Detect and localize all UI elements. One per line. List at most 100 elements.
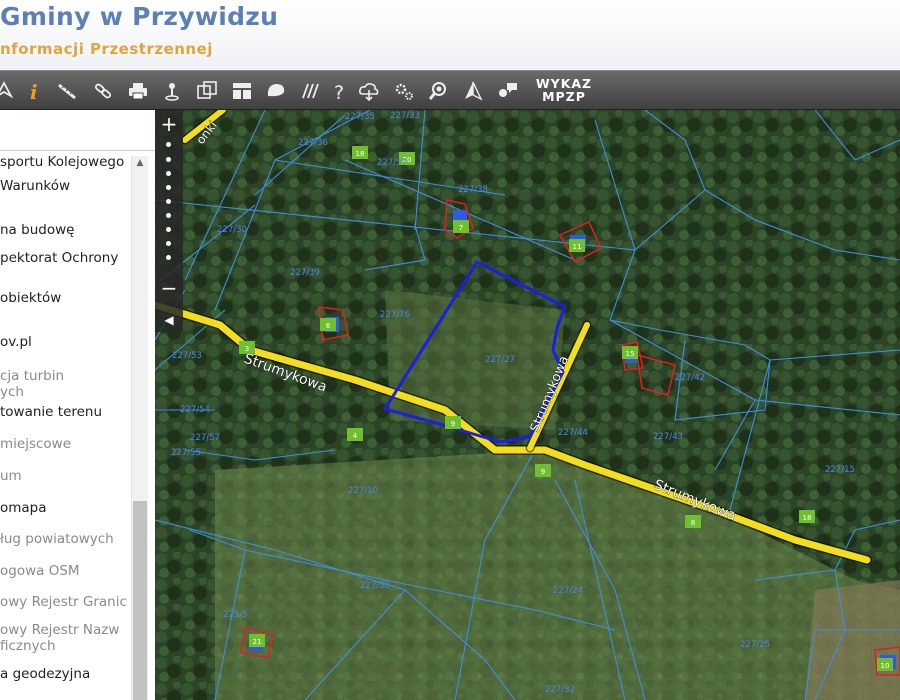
parcel-number: 227/53 xyxy=(172,351,202,361)
svg-text:18: 18 xyxy=(356,150,365,158)
map-toolbar: i ? WYKAZ MPZP xyxy=(0,70,900,110)
zoom-step[interactable] xyxy=(166,171,171,176)
parcel-number: 227/36 xyxy=(298,138,328,148)
layer-item[interactable]: ficznych xyxy=(0,638,56,654)
house-number: 15 xyxy=(622,346,638,359)
zoom-in-button[interactable]: + xyxy=(155,112,183,136)
zoom-step[interactable] xyxy=(166,157,171,162)
parcel-number: 227/15 xyxy=(825,465,855,475)
house-number: 18 xyxy=(799,510,815,523)
zoom-step[interactable] xyxy=(166,213,171,218)
zoom-out-button[interactable]: − xyxy=(155,278,183,302)
parcel-number: 227/27 xyxy=(485,355,515,365)
parcel-number: 227/37 xyxy=(377,158,407,168)
pan-icon[interactable] xyxy=(0,77,18,105)
layer-item[interactable]: owy Rejestr Nazw xyxy=(0,622,119,638)
layer-item[interactable]: ług powiatowych xyxy=(0,531,114,547)
house-number: 7 xyxy=(453,220,469,233)
parcel-number: 225/5 xyxy=(223,610,248,620)
layer-item[interactable]: sportu Kolejowego xyxy=(0,154,124,170)
layer-item[interactable]: cja turbin xyxy=(0,368,64,384)
link-icon[interactable] xyxy=(89,77,117,105)
parcel-number: 227/33 xyxy=(390,111,420,121)
app-header: Gminy w Przywidzu nformacji Przestrzenne… xyxy=(0,0,900,70)
sidebar-scrollbar[interactable]: ▲ xyxy=(131,156,148,700)
layer-item[interactable]: miejscowe xyxy=(0,436,71,452)
map-canvas[interactable]: 182071163159498182110 227/35 227/33227/36… xyxy=(155,110,900,700)
app-subtitle: nformacji Przestrzennej xyxy=(0,40,213,58)
svg-text:18: 18 xyxy=(803,514,812,522)
map-view[interactable]: 18 20 7 11 6 3 15 9 4 9 8 18 21 10 227/35 227/33 227/36… xyxy=(155,110,900,700)
layer-item[interactable]: na budowę xyxy=(0,222,74,238)
parcel-number: 227/35 xyxy=(345,112,375,122)
help-icon[interactable]: ? xyxy=(326,77,354,105)
copy-map-icon[interactable] xyxy=(193,77,221,105)
layer-item[interactable]: omapa xyxy=(0,500,47,516)
hatch-icon[interactable] xyxy=(296,77,324,105)
parcel-number: 227/38 xyxy=(458,185,488,195)
parcel-number: 227/25 xyxy=(740,640,770,650)
layer-item[interactable]: owy Rejestr Granic xyxy=(0,594,127,610)
parcel-number: 227/55 xyxy=(171,448,201,458)
house-number: 11 xyxy=(569,239,585,252)
svg-text:10: 10 xyxy=(881,662,890,670)
svg-text:9: 9 xyxy=(541,468,545,476)
wykaz-mpzp-button[interactable]: WYKAZ MPZP xyxy=(530,77,598,105)
layer-item[interactable]: Warunków xyxy=(0,178,70,194)
svg-text:i: i xyxy=(30,80,38,102)
settings-icon[interactable] xyxy=(390,77,418,105)
chat-icon[interactable] xyxy=(494,77,522,105)
zoom-step[interactable] xyxy=(166,255,171,260)
parcel-number: 227/32 xyxy=(545,685,575,695)
svg-text:4: 4 xyxy=(353,432,358,440)
zoom-step[interactable] xyxy=(166,227,171,232)
layer-item[interactable]: pektorat Ochrony xyxy=(0,250,118,266)
house-number: 18 xyxy=(352,146,368,159)
north-arrow-icon[interactable] xyxy=(459,77,487,105)
zoom-step[interactable] xyxy=(166,241,171,246)
parcel-number: 227/58 xyxy=(360,581,390,591)
parcel-number: 227/42 xyxy=(675,373,705,383)
parcel-number: 227/24 xyxy=(553,586,583,596)
info-icon[interactable]: i xyxy=(20,77,48,105)
layout-icon[interactable] xyxy=(228,77,256,105)
house-number: 10 xyxy=(877,658,893,671)
collapse-panel-icon[interactable]: ◀ xyxy=(155,308,183,332)
layer-item[interactable]: obiektów xyxy=(0,290,61,306)
parcel-number: 227/54 xyxy=(180,405,210,415)
app-title: Gminy w Przywidzu xyxy=(0,2,279,31)
house-number: 4 xyxy=(347,428,363,441)
svg-text:21: 21 xyxy=(253,638,262,646)
layer-item[interactable]: ych xyxy=(0,384,24,400)
svg-text:?: ? xyxy=(334,82,344,102)
pin-icon[interactable] xyxy=(158,77,186,105)
parcel-number: 227/43 xyxy=(653,432,683,442)
zoom-step[interactable] xyxy=(166,185,171,190)
cloud-download-icon[interactable] xyxy=(355,77,383,105)
print-icon[interactable] xyxy=(124,77,152,105)
zoom-step[interactable] xyxy=(166,142,171,147)
scroll-up-arrow-icon[interactable]: ▲ xyxy=(132,156,148,170)
shape-icon[interactable] xyxy=(262,77,290,105)
parcel-number: 227/76 xyxy=(380,310,410,320)
parcel-number: 227/39 xyxy=(290,268,320,278)
layer-item[interactable]: towanie terenu xyxy=(0,404,102,420)
layer-item[interactable]: a geodezyjna xyxy=(0,666,90,682)
measure-icon[interactable] xyxy=(53,77,81,105)
svg-text:15: 15 xyxy=(626,350,635,358)
svg-text:7: 7 xyxy=(459,224,463,232)
layer-item[interactable]: ov.pl xyxy=(0,334,32,350)
layer-item[interactable]: ogowa OSM xyxy=(0,563,80,579)
scroll-thumb[interactable] xyxy=(133,501,147,700)
search-zoom-icon[interactable] xyxy=(424,77,452,105)
layer-item[interactable]: um xyxy=(0,468,22,484)
parcel-number: 227/10 xyxy=(348,486,378,496)
house-number: 8 xyxy=(685,515,701,528)
mpzp-label: MPZP xyxy=(542,89,586,104)
parcel-number: 227/57 xyxy=(190,433,220,443)
house-number: 9 xyxy=(445,416,461,429)
svg-text:9: 9 xyxy=(451,420,455,428)
house-number: 21 xyxy=(249,634,265,647)
zoom-step[interactable] xyxy=(166,199,171,204)
svg-text:11: 11 xyxy=(573,243,582,251)
